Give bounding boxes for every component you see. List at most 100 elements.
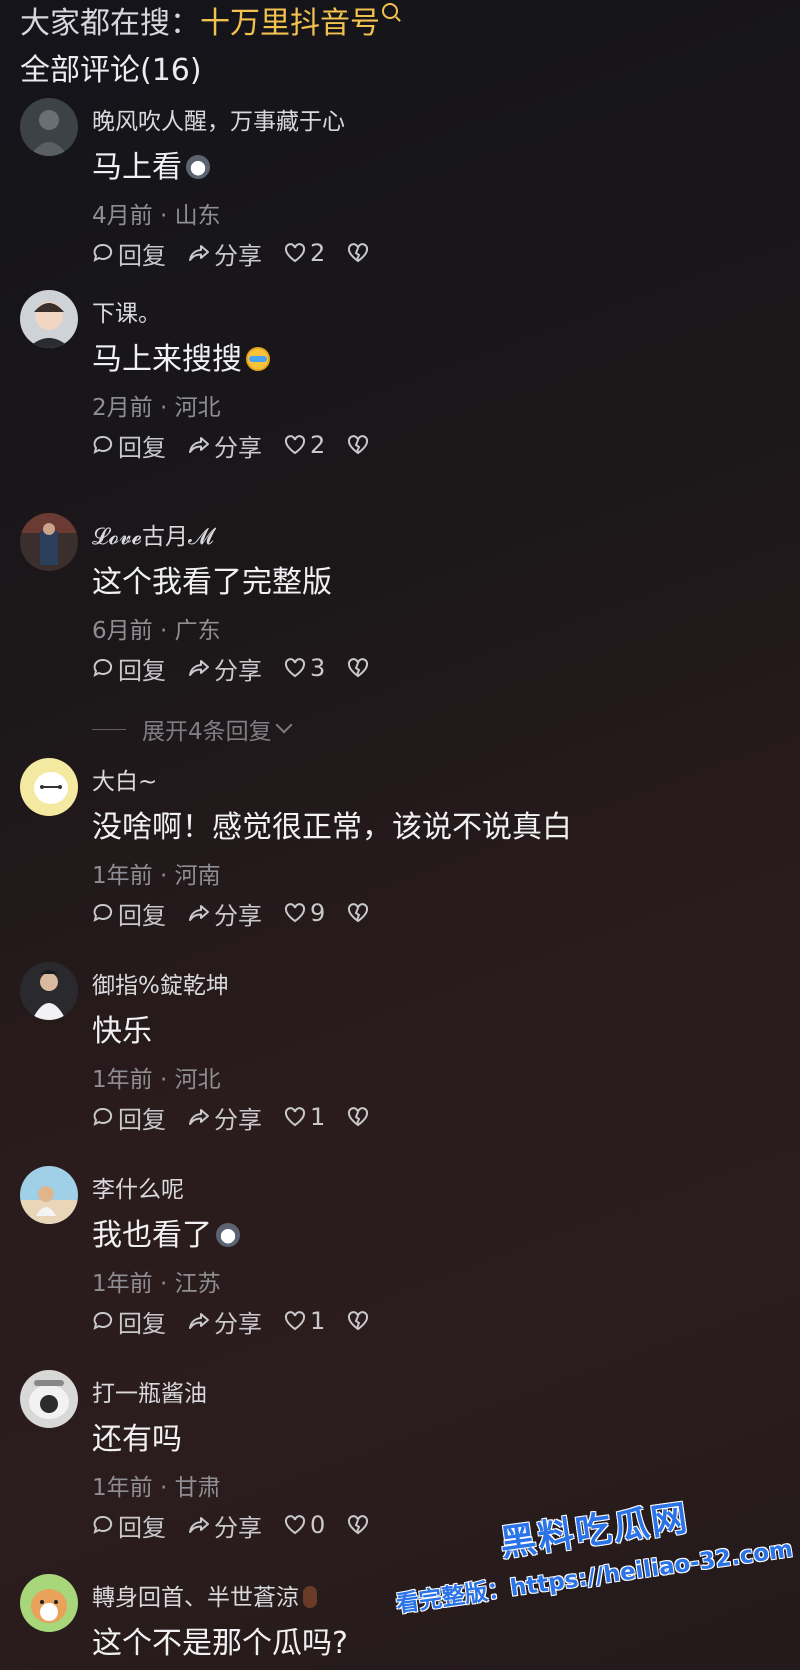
dislike-button[interactable] [347,1310,369,1332]
avatar[interactable] [20,98,78,156]
heart-icon [284,1515,306,1535]
heart-icon [284,1311,306,1331]
avatar[interactable] [20,290,78,348]
comment-username[interactable]: 下课。 [92,294,161,328]
heart-icon [284,658,306,678]
share-button[interactable]: 分享 [188,651,262,686]
comment-item: 大白~ 没啥啊！感觉很正常，该说不说真白 1年前 · 河南 回复 分享 9 [0,758,800,962]
reply-button[interactable]: 回复 [92,896,166,931]
share-button[interactable]: 分享 [188,1100,262,1135]
comment-username[interactable]: 晚风吹人醒，万事藏于心 [92,102,345,136]
comment-meta: 1年前 · 河南 [92,863,221,889]
share-icon [189,660,209,676]
expand-replies-button[interactable]: 展开4条回复 [92,712,293,746]
dislike-button[interactable] [347,434,369,456]
reply-button[interactable]: 回复 [92,236,166,271]
dislike-button[interactable] [347,242,369,264]
comment-text: 这个不是那个瓜吗? [92,1626,348,1661]
comment-username[interactable]: 御指%錠乾坤 [92,966,229,1000]
share-icon [189,905,209,921]
share-button[interactable]: 分享 [188,236,262,271]
like-count: 0 [310,1511,326,1539]
reply-button[interactable]: 回复 [92,428,166,463]
comment-actions: 回复 分享 0 [92,1508,391,1542]
comment-item: 下课。 马上来搜搜 2月前 · 河北 回复 分享 2 [0,290,800,494]
comment-meta: 2月前 · 河北 [92,395,221,421]
dislike-button[interactable] [347,1514,369,1536]
reply-icon [93,1515,113,1534]
reply-button[interactable]: 回复 [92,1508,166,1543]
comment-actions: 回复 分享 3 [92,651,391,685]
share-button[interactable]: 分享 [188,1508,262,1543]
comment-username[interactable]: 大白~ [92,762,157,796]
avatar[interactable] [20,1574,78,1632]
reply-button[interactable]: 回复 [92,651,166,686]
dislike-button[interactable] [347,1106,369,1128]
comment-item: 晚风吹人醒，万事藏于心 马上看 4月前 · 山东 回复 分享 2 [0,98,800,302]
like-count: 2 [310,431,326,459]
reply-icon [93,243,113,262]
bug-emoji-icon [303,1585,317,1608]
avatar[interactable] [20,1166,78,1224]
comment-username[interactable]: 轉身回首、半世蒼涼 [92,1578,317,1612]
broken-heart-icon [348,658,369,678]
like-count: 9 [310,899,326,927]
avatar[interactable] [20,1370,78,1428]
reply-label: 回复 [118,656,166,685]
dislike-button[interactable] [347,657,369,679]
like-button[interactable]: 2 [284,431,325,459]
chevron-down-icon [275,716,293,734]
share-icon [189,245,209,261]
like-button[interactable]: 0 [284,1511,325,1539]
search-suggestion-prefix: 大家都在搜： [20,6,200,41]
share-label: 分享 [214,901,262,930]
like-count: 2 [310,239,326,267]
reply-label: 回复 [118,901,166,930]
share-button[interactable]: 分享 [188,896,262,931]
like-button[interactable]: 1 [284,1103,325,1131]
reply-label: 回复 [118,1513,166,1542]
share-icon [189,437,209,453]
like-button[interactable]: 9 [284,899,325,927]
broken-heart-icon [348,243,369,263]
like-count: 1 [310,1103,326,1131]
broken-heart-icon [348,1515,369,1535]
reply-button[interactable]: 回复 [92,1100,166,1135]
reply-label: 回复 [118,1309,166,1338]
search-suggestion[interactable]: 大家都在搜：十万里抖音号 [20,2,398,46]
avatar[interactable] [20,962,78,1020]
comment-text: 还有吗 [92,1422,182,1457]
comment-username[interactable]: 打一瓶酱油 [92,1374,207,1408]
share-button[interactable]: 分享 [188,1304,262,1339]
share-label: 分享 [214,656,262,685]
broken-heart-icon [348,903,369,923]
comment-username[interactable]: 𝓛𝓸𝓿𝓮古月𝓜 [92,517,214,551]
heart-icon [284,435,306,455]
like-button[interactable]: 1 [284,1307,325,1335]
comments-count-title: 全部评论(16) [20,53,202,88]
broken-heart-icon [348,1107,369,1127]
broken-heart-icon [348,435,369,455]
reply-icon [93,658,113,677]
reply-label: 回复 [118,241,166,270]
comment-meta: 1年前 · 江苏 [92,1271,221,1297]
share-icon [189,1517,209,1533]
comment-username[interactable]: 李什么呢 [92,1170,184,1204]
like-button[interactable]: 2 [284,239,325,267]
dislike-button[interactable] [347,902,369,924]
reply-icon [93,1311,113,1330]
reply-icon [93,903,113,922]
comment-meta: 1年前 · 河北 [92,1067,221,1093]
avatar[interactable] [20,758,78,816]
comment-text: 没啥啊！感觉很正常，该说不说真白 [92,810,572,845]
share-button[interactable]: 分享 [188,428,262,463]
heart-icon [284,1107,306,1127]
dog-emoji-icon [216,1222,240,1247]
expand-replies-label: 展开4条回复 [142,719,272,745]
reply-button[interactable]: 回复 [92,1304,166,1339]
like-button[interactable]: 3 [284,654,325,682]
dog-emoji-icon [186,154,210,179]
comment-text: 这个我看了完整版 [92,565,332,600]
search-suggestion-keyword[interactable]: 十万里抖音号 [200,6,380,41]
avatar[interactable] [20,513,78,571]
